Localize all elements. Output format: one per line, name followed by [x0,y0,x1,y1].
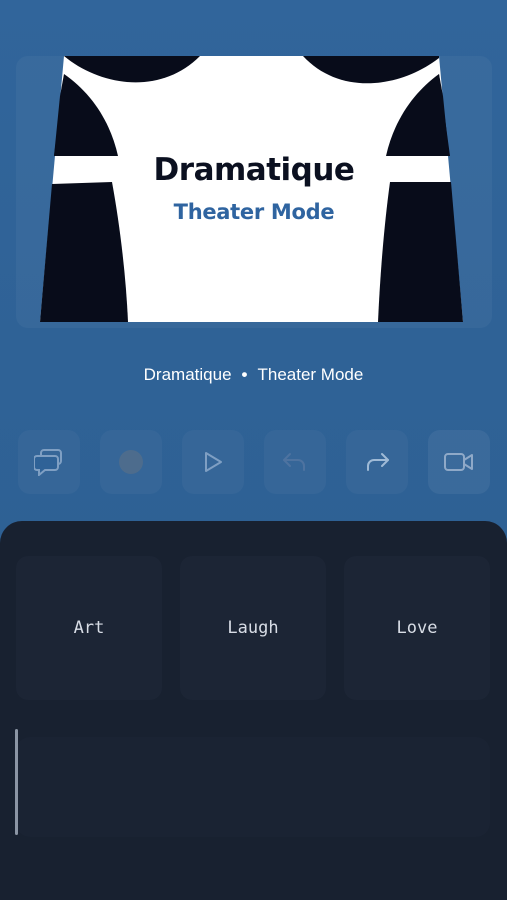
app-screen: Dramatique Theater Mode Dramatique • Theat… [0,0,507,900]
video-camera-icon [444,453,473,471]
track-title: Dramatique [143,365,232,384]
reaction-label: Laugh [227,618,279,638]
undo-button[interactable] [264,430,326,494]
theater-curtain-artwork [40,56,463,322]
redo-icon [367,453,389,471]
chat-button[interactable] [18,430,80,494]
track-separator: • [241,365,248,384]
reaction-label: Love [396,618,438,638]
video-button[interactable] [428,430,490,494]
hero-subtitle: Theater Mode [173,200,335,224]
chat-bubbles-icon [34,449,62,476]
playback-controls [18,430,493,494]
scroll-indicator[interactable] [15,729,18,835]
reaction-label: Art [73,618,105,638]
reaction-tile-laugh[interactable]: Laugh [180,556,326,700]
track-info: Dramatique • Theater Mode [0,365,507,385]
redo-button[interactable] [346,430,408,494]
hero-title: Dramatique [153,152,355,188]
reaction-tile-love[interactable]: Love [344,556,490,700]
undo-icon [283,453,305,471]
play-button[interactable] [182,430,244,494]
reaction-tile-art[interactable]: Art [16,556,162,700]
text-input-area[interactable] [16,737,490,837]
record-button[interactable] [100,430,162,494]
track-mode: Theater Mode [257,365,364,384]
reaction-panel: Art Laugh Love [0,521,507,900]
play-icon [205,452,222,472]
record-icon [119,450,143,474]
